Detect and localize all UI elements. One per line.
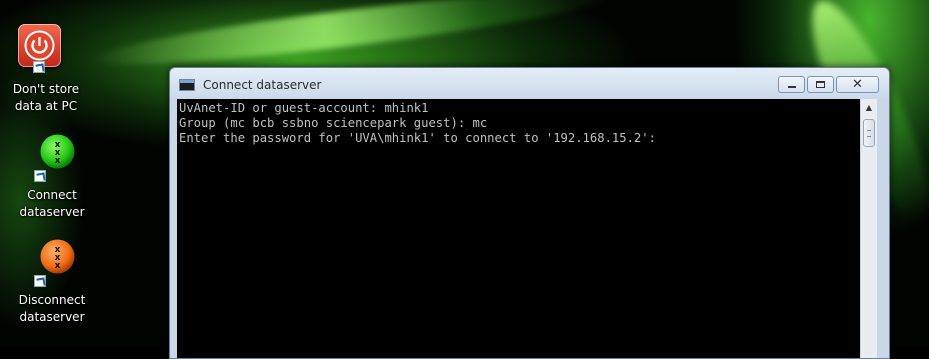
scroll-up-arrow-icon[interactable]: ▲: [861, 99, 877, 116]
console-text: UvAnet-ID or guest-account: mhink1 Group…: [177, 99, 860, 148]
console-line: Enter the password for 'UVA\mhink1' to c…: [179, 131, 656, 145]
maximize-button[interactable]: [807, 76, 834, 93]
desktop-icon-dont-store-data[interactable]: Don't store data at PC: [6, 24, 86, 124]
shortcut-arrow-icon: [34, 275, 46, 287]
desktop-icon-label: Disconnect dataserver: [18, 293, 86, 324]
desktop-icon-label: Don't store data at PC: [12, 82, 80, 113]
close-button[interactable]: ✕: [836, 76, 879, 93]
maximize-icon: [816, 81, 825, 88]
svg-text:x: x: [55, 261, 61, 271]
close-icon: ✕: [852, 77, 863, 92]
minimize-button[interactable]: [778, 76, 805, 93]
console-line: UvAnet-ID or guest-account: mhink1: [179, 101, 429, 115]
console-app-icon: [179, 79, 195, 91]
shortcut-arrow-icon: [34, 170, 46, 182]
green-x-orb-icon: x x x: [40, 134, 75, 169]
scrollbar-thumb[interactable]: [863, 119, 875, 147]
window-title: Connect dataserver: [203, 78, 322, 92]
console-output[interactable]: UvAnet-ID or guest-account: mhink1 Group…: [177, 99, 860, 358]
minimize-icon: [788, 86, 796, 88]
svg-text:x: x: [55, 156, 61, 166]
window-controls: ✕: [776, 76, 879, 95]
console-window[interactable]: Connect dataserver ✕ UvAnet-ID or guest-…: [169, 67, 890, 359]
desktop-icon-label: Connect dataserver: [19, 188, 85, 219]
vertical-scrollbar[interactable]: ▲: [860, 99, 877, 358]
orange-x-orb-icon: x x x: [40, 239, 75, 274]
console-line: Group (mc bcb ssbno sciencepark guest): …: [179, 116, 488, 130]
desktop-icon-disconnect-dataserver[interactable]: x x x Disconnect dataserver: [16, 239, 96, 339]
shortcut-arrow-icon: [33, 61, 45, 73]
wallpaper-light-streak: [89, 0, 611, 78]
window-titlebar[interactable]: Connect dataserver ✕: [170, 68, 889, 99]
desktop-icon-connect-dataserver[interactable]: x x x Connect dataserver: [16, 134, 96, 224]
